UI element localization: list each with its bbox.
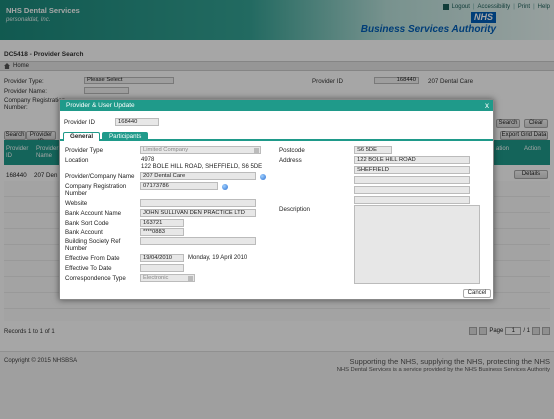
- description-label: Description: [279, 206, 310, 213]
- description-field[interactable]: [354, 205, 480, 284]
- correspondence-type-select[interactable]: Electronic: [140, 274, 195, 282]
- effective-to-label: Effective To Date: [65, 265, 112, 272]
- provider-update-modal: Provider & User Update x Provider ID 168…: [59, 99, 494, 300]
- bank-name-label: Bank Account Name: [65, 210, 122, 217]
- address-line-5[interactable]: [354, 196, 470, 204]
- address-line-1[interactable]: 122 BOLE HILL ROAD: [354, 156, 470, 164]
- address-line-3[interactable]: [354, 176, 470, 184]
- bsoc-ref-label: Building Society Ref Number: [65, 238, 121, 252]
- effective-from-field[interactable]: 19/04/2010: [140, 254, 184, 262]
- correspondence-type-value: Electronic: [143, 275, 169, 281]
- cancel-button[interactable]: Cancel: [463, 289, 491, 298]
- modal-tabs: General Participants: [60, 131, 493, 141]
- sort-code-label: Bank Sort Code: [65, 220, 109, 227]
- bank-account-label: Bank Account: [65, 229, 103, 236]
- location-address: 122 BOLE HILL ROAD, SHEFFIELD, S6 5DE: [141, 164, 263, 170]
- website-field[interactable]: [140, 199, 256, 207]
- company-reg-label: Company Registration Number: [65, 183, 127, 197]
- bank-name-field[interactable]: JOHN SULLIVAN DEN PRACTICE LTD: [140, 209, 256, 217]
- website-label: Website: [65, 200, 88, 207]
- correspondence-type-label: Correspondence Type: [65, 275, 126, 282]
- postcode-label: Postcode: [279, 147, 305, 154]
- company-name-label: Provider/Company Name: [65, 173, 135, 180]
- address-label: Address: [279, 157, 302, 164]
- effective-from-label: Effective From Date: [65, 255, 120, 262]
- sort-code-field[interactable]: 163721: [140, 219, 184, 227]
- location-code: 4978: [141, 157, 155, 163]
- company-reg-field[interactable]: 07173786: [140, 182, 218, 190]
- company-name-field[interactable]: 207 Dental Care: [140, 172, 256, 180]
- effective-from-text: Monday, 19 April 2010: [188, 255, 248, 261]
- close-icon[interactable]: x: [485, 101, 489, 110]
- address-line-4[interactable]: [354, 186, 470, 194]
- tab-participants[interactable]: Participants: [102, 132, 149, 141]
- info-icon[interactable]: [260, 174, 266, 180]
- address-line-2[interactable]: SHEFFIELD: [354, 166, 470, 174]
- provider-type-select[interactable]: Limited Company: [140, 146, 261, 154]
- postcode-field[interactable]: S6 5DE: [354, 146, 392, 154]
- chevron-down-icon: [188, 276, 193, 281]
- chevron-down-icon: [254, 148, 259, 153]
- modal-provider-id-field: 168440: [115, 118, 159, 126]
- bsoc-ref-field[interactable]: [140, 237, 256, 245]
- modal-title: Provider & User Update: [60, 100, 493, 111]
- provider-type-value: Limited Company: [143, 147, 189, 153]
- info-icon[interactable]: [222, 184, 228, 190]
- bank-account-field[interactable]: ****0883: [140, 228, 184, 236]
- provider-type-label: Provider Type: [65, 147, 104, 154]
- effective-to-field[interactable]: [140, 264, 184, 272]
- location-label: Location: [65, 157, 89, 164]
- modal-provider-id-label: Provider ID: [64, 119, 95, 126]
- tab-general[interactable]: General: [63, 132, 101, 141]
